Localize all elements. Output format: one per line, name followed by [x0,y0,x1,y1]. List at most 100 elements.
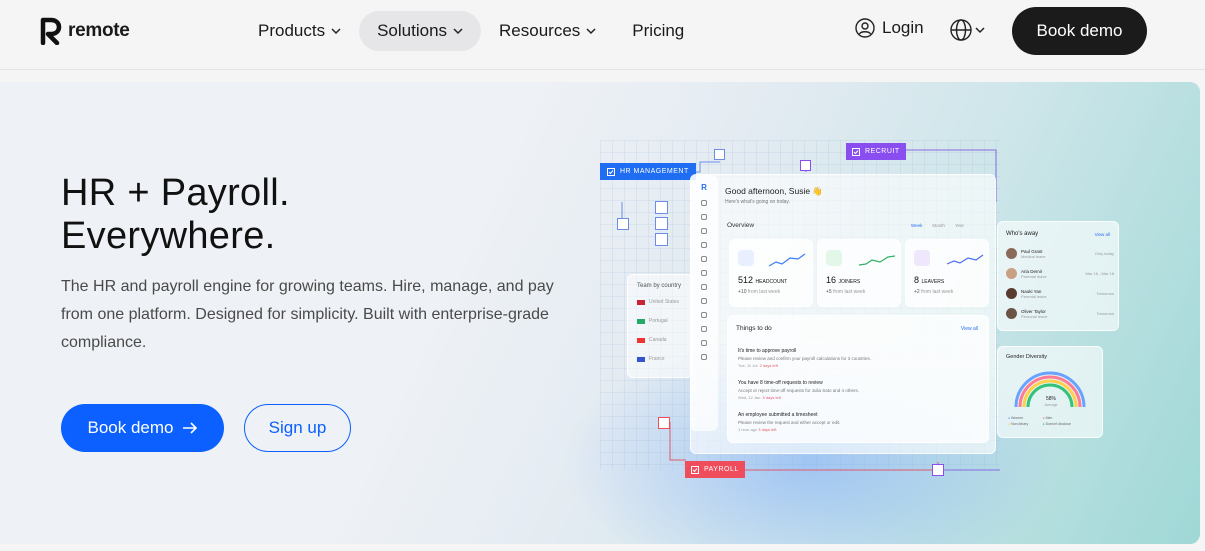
chevron-down-icon [586,27,596,34]
recruit-tag-label: RECRUIT [865,148,900,155]
todo-item[interactable]: It's time to approve payroll Please revi… [738,348,946,368]
whos-away-title: Who's away [1006,231,1039,237]
dashboard-window: Good afternoon, Susie 👋 Here's what's go… [690,174,996,454]
document-icon [701,298,707,304]
check-icon [607,167,615,176]
view-all-link[interactable]: View all [1095,232,1110,237]
hr-management-tag-label: HR MANAGEMENT [620,168,689,175]
gender-diversity-card: Gender Diversity 58% Average ● Women ● M… [997,346,1103,438]
remote-logo-icon: R [701,183,707,192]
nav-solutions-label: Solutions [377,21,448,40]
country-row: United States [637,299,692,305]
book-demo-nav-button[interactable]: Book demo [1012,7,1147,55]
nav-pricing[interactable]: Pricing [614,11,702,51]
diversity-legend: ● Women ● Men ● Non-binary ● Doesn't dis… [1008,416,1071,426]
todo-item[interactable]: An employee submitted a timesheet Please… [738,412,946,432]
hr-management-tag: HR MANAGEMENT [600,163,696,180]
location-icon [701,256,707,262]
check-icon [691,465,699,474]
currency-node-icon [658,417,670,429]
stat-card-headcount: 512 HEADCOUNT +10 from last week [729,239,813,307]
chart-icon [701,326,707,332]
calendar-icon [701,242,707,248]
diversity-value: 58% [1045,396,1056,402]
todo-item[interactable]: You have 8 time-off requests to review A… [738,380,946,400]
chevron-down-icon [975,26,985,33]
country-row: France [637,356,692,362]
nav-products[interactable]: Products [240,11,359,51]
folder-icon [701,284,707,290]
team-by-country-card: Team by country United States Portugal C… [627,274,693,378]
avatar [1006,308,1017,319]
nav-solutions[interactable]: Solutions [359,11,482,51]
away-row: Oliver Taylor Personal leave Tomorrow [1006,308,1114,319]
brand-name: remote [68,20,130,41]
bolt-node-icon [714,149,725,160]
sparkline-icon [858,255,896,266]
away-row: Paul Grant Medical leave Only today [1006,248,1114,259]
legend-women: ● Women [1008,416,1024,420]
chevron-left-node-icon [655,233,668,246]
language-selector[interactable] [950,19,985,41]
away-row: Naoki Yan Parental leave Tomorrow [1006,288,1114,299]
avatar [1006,248,1017,259]
greeting: Good afternoon, Susie 👋 [725,186,824,196]
stat-card-leavers: 8 LEAVERS +2 from last week [905,239,989,307]
nav-products-label: Products [258,21,326,40]
country-row: Canada [637,337,692,343]
view-all-link[interactable]: View all [961,326,978,332]
people-icon [738,250,754,266]
login-link[interactable]: Login [855,18,924,38]
plus-node-icon [655,217,668,230]
search-icon [701,200,707,206]
legend-men: ● Men [1042,416,1053,420]
chevron-down-node-icon [655,201,668,214]
hero-section: HR + Payroll. Everywhere. The HR and pay… [0,82,1200,544]
leaver-icon [914,250,930,266]
away-row: Aria Demir Parental leave Mar 16 - Mar 18 [1006,268,1114,279]
things-to-do-card: Things to do View all It's time to appro… [727,315,989,443]
clock-icon [701,312,707,318]
brand-logo[interactable]: remote [40,17,130,45]
legend-undisclosed: ● Doesn't disclose [1042,422,1071,426]
globe-icon [701,340,707,346]
globe-icon [950,19,972,41]
home-icon [701,214,707,220]
legend-nonbinary: ● Non-binary [1008,422,1029,426]
chevron-down-icon [453,27,463,34]
recruit-tag: RECRUIT [846,143,906,160]
things-to-do-title: Things to do [736,325,772,332]
chevron-down-icon [331,27,341,34]
whos-away-card: Who's away View all Paul Grant Medical le… [997,221,1119,331]
dashboard-sidebar: R [690,175,718,431]
diversity-sub: Average [1044,403,1058,407]
nav-resources[interactable]: Resources [481,11,614,51]
share-icon [701,270,707,276]
team-by-country-title: Team by country [637,283,682,289]
avatar [1006,268,1017,279]
grid-node-icon [800,160,811,171]
remote-logo-icon [40,17,62,45]
joiner-icon [826,250,842,266]
nav-pricing-label: Pricing [632,21,685,40]
overview-tabs: Week Month Year [911,223,965,228]
overview-title: Overview [727,222,755,229]
sparkline-icon [768,253,806,267]
payroll-tag: PAYROLL [685,461,745,478]
expand-node-icon [617,218,629,230]
people-icon [701,228,707,234]
link-node-icon [932,464,944,476]
login-label: Login [882,18,924,37]
avatar [1006,288,1017,299]
payroll-tag-label: PAYROLL [704,466,739,473]
greeting-sub: Here's what's going on today. [725,199,790,205]
stat-card-joiners: 16 JOINERS +5 from last week [817,239,901,307]
top-navbar: remote Products Solutions Resources Pric… [0,0,1205,70]
country-row: Portugal [637,318,692,324]
main-menu: Products Solutions Resources Pricing [240,11,702,51]
settings-icon [701,354,707,360]
user-icon [855,18,875,38]
gender-diversity-title: Gender Diversity [1006,354,1047,360]
nav-resources-label: Resources [499,21,581,40]
check-icon [852,147,860,156]
